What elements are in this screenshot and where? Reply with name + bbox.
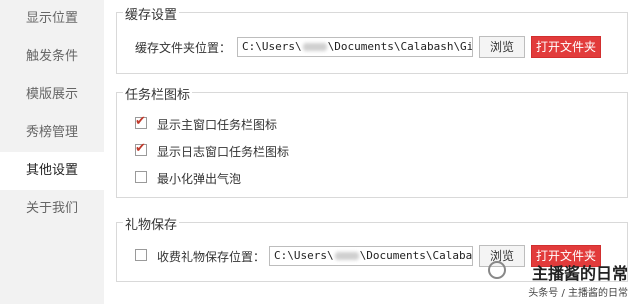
gift-save-label: 收费礼物保存位置：: [157, 250, 266, 264]
sidebar-item-other-settings[interactable]: 其他设置: [0, 152, 104, 190]
cache-folder-label: 缓存文件夹位置：: [135, 41, 232, 55]
watermark: 主播酱的日常 头条号 / 主播酱的日常: [488, 260, 628, 300]
path-suffix: \Documents\Calabash\GiftS: [327, 40, 473, 53]
settings-window: 显示位置 触发条件 模版展示 秀榜管理 其他设置 关于我们 缓存设置 缓存文件夹…: [0, 0, 640, 304]
sidebar-item-display-position[interactable]: 显示位置: [0, 0, 104, 38]
show-main-taskbar-icon-label: 显示主窗口任务栏图标: [157, 118, 278, 132]
watermark-title: 主播酱的日常: [531, 264, 628, 283]
sidebar-item-label: 模版展示: [26, 87, 79, 102]
checkmark-icon: ✔: [135, 114, 146, 129]
show-main-taskbar-icon-checkbox[interactable]: ✔: [135, 114, 147, 129]
sidebar-item-label: 秀榜管理: [26, 125, 79, 140]
group-title: 任务栏图标: [123, 84, 193, 103]
sidebar: 显示位置 触发条件 模版展示 秀榜管理 其他设置 关于我们: [0, 0, 104, 304]
watermark-subtitle: 头条号 / 主播酱的日常: [528, 288, 628, 299]
show-log-taskbar-icon-label: 显示日志窗口任务栏图标: [157, 145, 290, 159]
sidebar-item-label: 显示位置: [26, 11, 79, 26]
sidebar-item-about-us[interactable]: 关于我们: [0, 190, 104, 228]
group-title: 缓存设置: [123, 4, 180, 23]
watermark-logo-icon: [488, 261, 506, 279]
checkmark-icon: ✔: [135, 141, 146, 156]
path-prefix: C:\Users\: [274, 249, 334, 262]
cache-browse-button[interactable]: 浏览: [479, 36, 525, 58]
gift-save-checkbox[interactable]: [135, 249, 147, 261]
gift-save-path-input[interactable]: C:\Users\ \Documents\Calabash: [269, 246, 473, 266]
sidebar-item-template-display[interactable]: 模版展示: [0, 76, 104, 114]
cache-open-folder-button[interactable]: 打开文件夹: [531, 36, 601, 58]
redacted-username: [302, 43, 327, 51]
sidebar-item-show-list[interactable]: 秀榜管理: [0, 114, 104, 152]
minimize-balloon-checkbox[interactable]: [135, 171, 147, 183]
minimize-balloon-label: 最小化弹出气泡: [157, 172, 242, 186]
show-log-taskbar-icon-checkbox[interactable]: ✔: [135, 141, 147, 156]
cache-folder-path-input[interactable]: C:\Users\ \Documents\Calabash\GiftS: [237, 37, 473, 57]
redacted-username: [334, 252, 359, 260]
group-title: 礼物保存: [123, 214, 180, 233]
cache-settings-group: 缓存设置 缓存文件夹位置： C:\Users\ \Documents\Calaba…: [116, 4, 628, 74]
sidebar-item-label: 关于我们: [26, 201, 79, 216]
taskbar-icon-group: 任务栏图标 ✔ 显示主窗口任务栏图标 ✔ 显示日志窗口任务栏图标 最小化弹出气泡: [116, 84, 628, 198]
path-suffix: \Documents\Calabash: [359, 249, 473, 262]
sidebar-item-label: 其他设置: [26, 163, 79, 178]
sidebar-item-label: 触发条件: [26, 49, 79, 64]
path-prefix: C:\Users\: [242, 40, 302, 53]
sidebar-item-trigger-conditions[interactable]: 触发条件: [0, 38, 104, 76]
